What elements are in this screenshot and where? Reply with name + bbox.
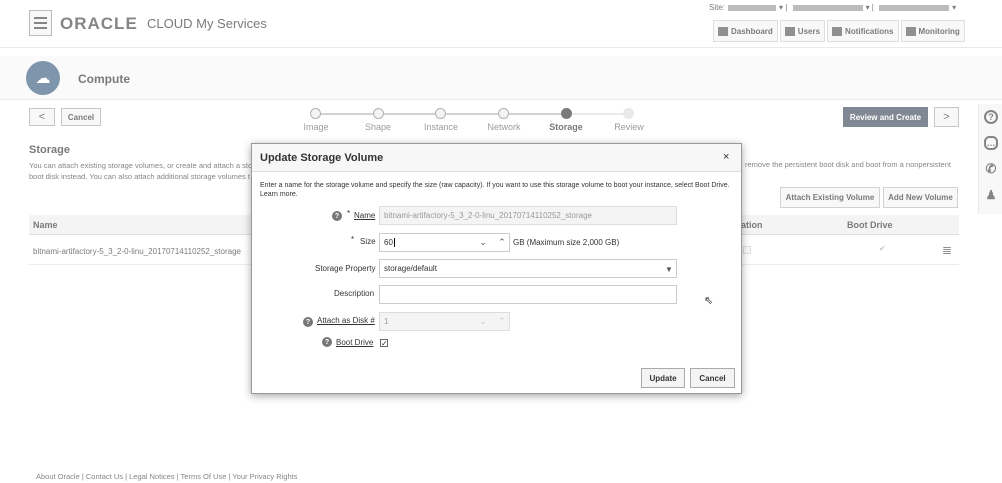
name-field[interactable]: bitnami-artifactory-5_3_2-0-linu_2017071… bbox=[379, 206, 677, 225]
disk-decrement-icon: ⌄ bbox=[479, 315, 487, 326]
size-field[interactable]: 60 bbox=[379, 233, 510, 252]
boot-drive-checkbox[interactable]: ✓ bbox=[380, 339, 388, 348]
update-button[interactable]: Update bbox=[641, 368, 685, 388]
required-marker: * bbox=[347, 209, 351, 218]
chevron-down-icon[interactable]: ▼ bbox=[665, 265, 673, 274]
description-label: Description bbox=[334, 289, 375, 298]
size-decrement-icon[interactable]: ⌄ bbox=[476, 235, 490, 249]
size-hint: GB (Maximum size 2,000 GB) bbox=[513, 238, 620, 247]
update-storage-volume-dialog: Update Storage Volume × Enter a name for… bbox=[251, 143, 742, 394]
storage-property-label: Storage Property bbox=[315, 264, 376, 273]
dialog-title: Update Storage Volume bbox=[260, 152, 384, 164]
size-value: 60 bbox=[384, 238, 393, 247]
size-increment-icon[interactable]: ⌃ bbox=[495, 235, 509, 249]
close-icon[interactable]: × bbox=[723, 151, 729, 163]
cancel-button[interactable]: Cancel bbox=[690, 368, 735, 388]
disk-increment-icon: ⌃ bbox=[498, 315, 506, 326]
required-marker: * bbox=[351, 235, 355, 244]
name-label: Name bbox=[354, 211, 376, 220]
name-help-icon[interactable]: ? bbox=[332, 211, 342, 221]
dialog-description: Enter a name for the storage volume and … bbox=[260, 182, 730, 198]
dialog-header: Update Storage Volume × bbox=[252, 144, 741, 172]
attach-disk-help-icon[interactable]: ? bbox=[303, 317, 313, 327]
text-caret bbox=[393, 238, 395, 248]
storage-property-select[interactable]: storage/default bbox=[379, 259, 677, 278]
boot-drive-help-icon[interactable]: ? bbox=[322, 337, 332, 347]
boot-drive-label: Boot Drive bbox=[336, 338, 374, 347]
size-label: Size bbox=[360, 237, 376, 246]
description-field[interactable] bbox=[379, 285, 677, 304]
mouse-cursor-icon: ⇖ bbox=[704, 295, 714, 307]
attach-disk-field[interactable]: 1 bbox=[379, 312, 510, 331]
attach-as-disk-label: Attach as Disk # bbox=[317, 316, 375, 325]
